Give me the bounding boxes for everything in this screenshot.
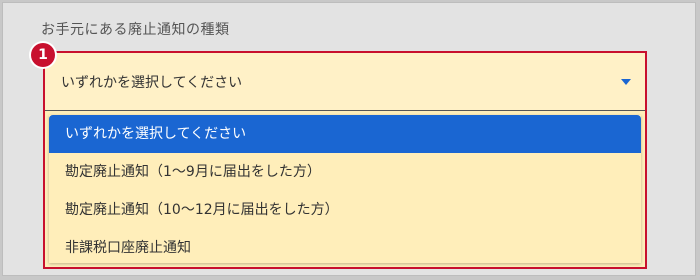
step-marker-badge: 1 xyxy=(31,43,55,67)
option-tax-exempt-account-abolition[interactable]: 非課税口座廃止通知 xyxy=(49,229,641,267)
caret-down-icon[interactable] xyxy=(621,79,631,85)
option-account-abolition-oct-dec[interactable]: 勘定廃止通知（10～12月に届出をした方） xyxy=(49,191,641,229)
abolition-notice-select[interactable]: いずれかを選択してください いずれかを選択してください 勘定廃止通知（1～9月に… xyxy=(43,51,647,269)
select-current-value: いずれかを選択してください xyxy=(61,75,243,91)
form-panel: お手元にある廃止通知の種類 いずれかを選択してください いずれかを選択してくださ… xyxy=(2,2,696,276)
option-account-abolition-jan-sep[interactable]: 勘定廃止通知（1～9月に届出をした方） xyxy=(49,153,641,191)
option-placeholder[interactable]: いずれかを選択してください xyxy=(49,115,641,153)
field-label: お手元にある廃止通知の種類 xyxy=(41,22,230,38)
dropdown-options-list: いずれかを選択してください 勘定廃止通知（1～9月に届出をした方） 勘定廃止通知… xyxy=(49,115,641,263)
select-box[interactable]: いずれかを選択してください xyxy=(45,53,645,111)
